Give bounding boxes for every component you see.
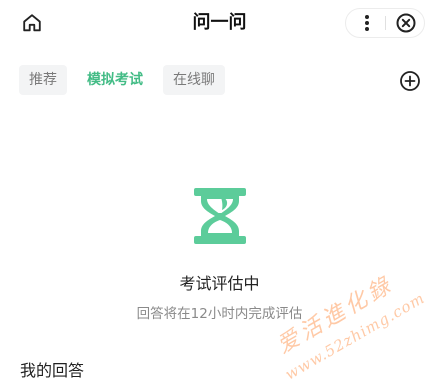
more-button[interactable] [357,13,377,33]
tab-recommend[interactable]: 推荐 [19,65,67,95]
tab-bar: 推荐 模拟考试 在线聊 [19,65,225,95]
add-button[interactable] [399,70,421,92]
mini-program-capsule [345,8,425,38]
my-answers-heading: 我的回答 [20,361,85,380]
tab-mock-exam[interactable]: 模拟考试 [77,65,153,95]
close-circle-icon [396,13,416,33]
capsule-divider [385,16,386,30]
status-subtitle: 回答将在12小时内完成评估 [136,306,303,322]
close-button[interactable] [395,12,417,34]
tab-online-chat[interactable]: 在线聊 [163,65,225,95]
status-title: 考试评估中 [179,274,260,293]
header-bar: 问一问 [0,0,439,46]
plus-circle-icon [400,71,420,91]
hourglass-icon [194,188,246,244]
more-vertical-icon [365,15,369,31]
